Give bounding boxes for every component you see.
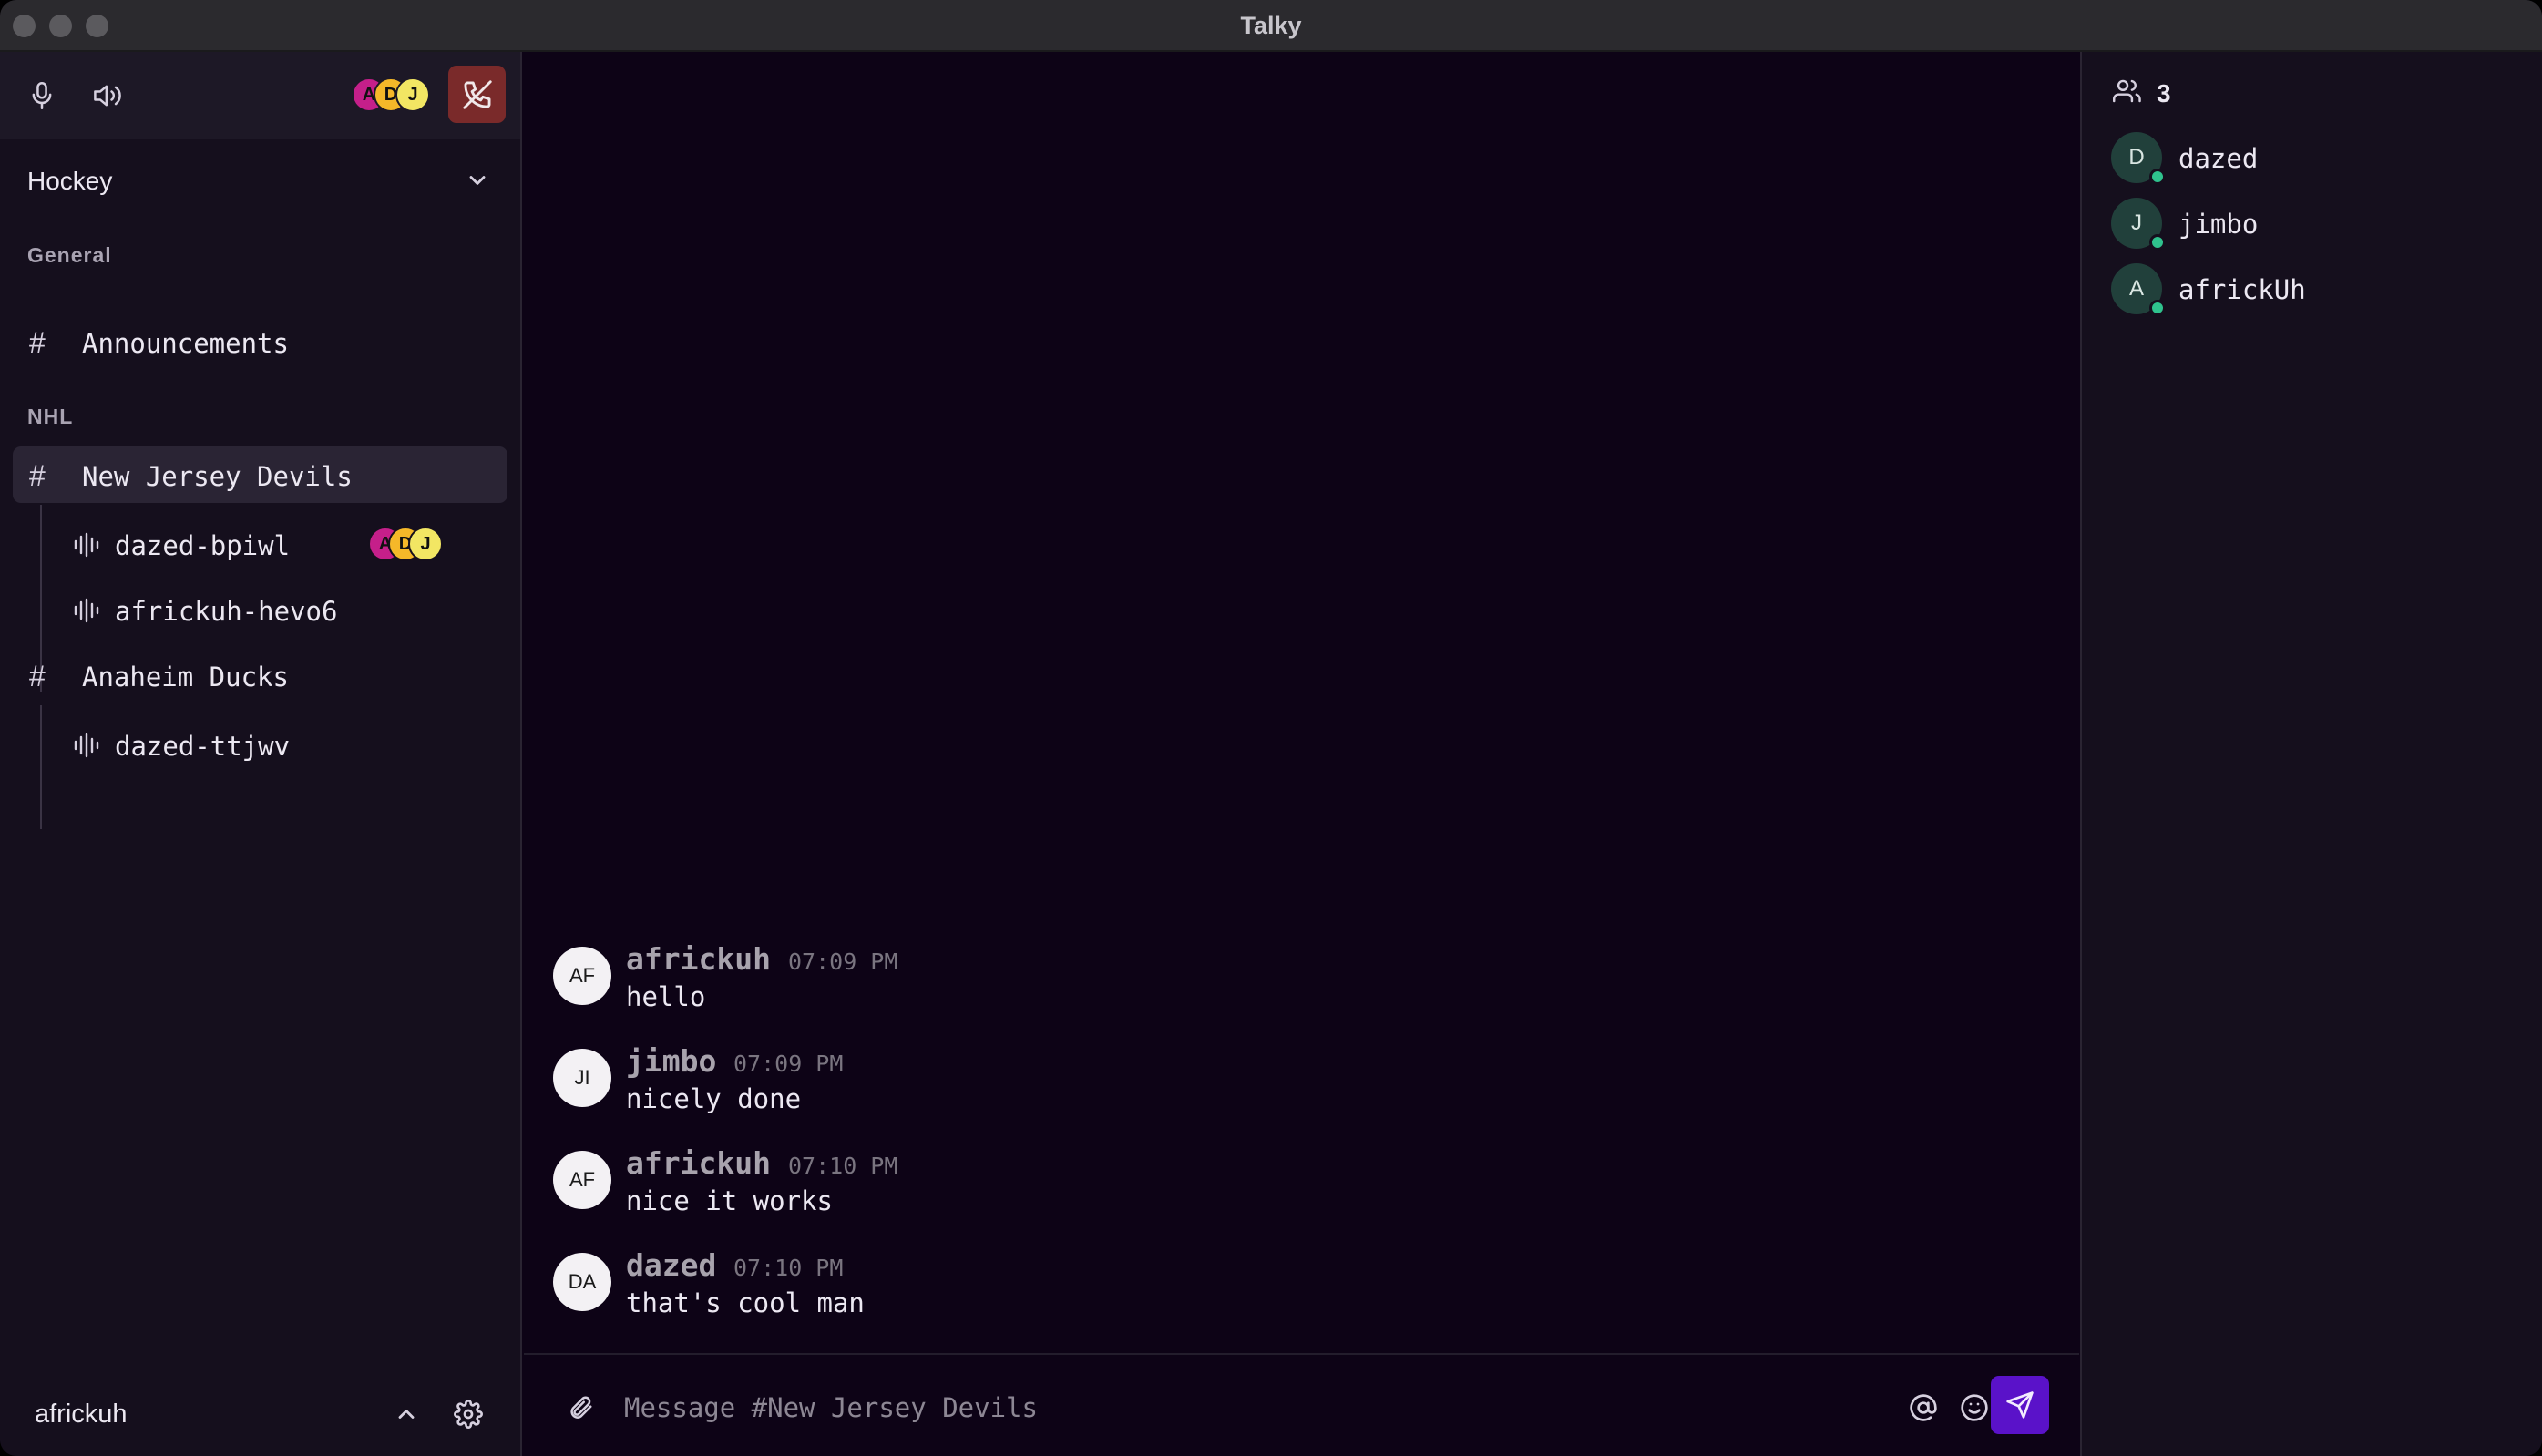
mention-at-icon[interactable] <box>1905 1389 1942 1426</box>
message-item: AF africkuh 07:10 PM nice it works <box>553 1145 2011 1242</box>
member-count: 3 <box>2113 77 2171 111</box>
server-name[interactable]: Hockey <box>27 167 112 196</box>
chat-main: AF africkuh 07:09 PM hello JI jimbo 07:09 PM ni… <box>524 52 2079 1456</box>
speaker-icon[interactable] <box>91 79 124 112</box>
paperclip-icon[interactable] <box>562 1389 599 1426</box>
message-timestamp: 07:10 PM <box>788 1153 898 1179</box>
message-item: DA dazed 07:10 PM that's cool man <box>553 1247 2011 1344</box>
member-name: africkUh <box>2178 274 2306 305</box>
member-item[interactable]: Ddazed <box>2111 132 2530 187</box>
hash-icon: # <box>29 326 46 359</box>
app-window: Talky ADJ Hockey General # Announcements… <box>0 0 2542 1456</box>
audio-wave-icon <box>73 733 102 763</box>
emoji-icon[interactable] <box>1956 1389 1993 1426</box>
channel-anaheim-ducks[interactable]: # Anaheim Ducks <box>13 647 507 703</box>
voice-channel-dazed-bpiwl[interactable]: dazed-bpiwl ADJ <box>71 518 490 572</box>
avatar[interactable]: AF <box>553 947 611 1005</box>
chevron-down-icon[interactable] <box>465 168 490 198</box>
settings-gear-icon[interactable] <box>454 1400 483 1433</box>
voice-channel-label: africkuh-hevo6 <box>115 596 338 627</box>
microphone-icon[interactable] <box>26 79 58 112</box>
channel-label: Announcements <box>82 328 289 359</box>
online-status-icon <box>2149 169 2166 185</box>
message-author[interactable]: dazed <box>626 1247 716 1283</box>
participant-avatar: J <box>408 527 443 561</box>
voice-channel-dazed-ttjwv[interactable]: dazed-ttjwv <box>71 718 490 773</box>
message-composer <box>524 1353 2079 1456</box>
message-timestamp: 07:09 PM <box>788 948 898 975</box>
message-item: AF africkuh 07:09 PM hello <box>553 941 2011 1038</box>
message-input[interactable] <box>624 1382 1809 1433</box>
avatar[interactable]: AF <box>553 1151 611 1209</box>
avatar[interactable]: JI <box>553 1049 611 1107</box>
participant-avatar: J <box>395 77 430 112</box>
send-button[interactable] <box>1991 1376 2049 1434</box>
hash-icon: # <box>29 660 46 692</box>
disconnect-call-button[interactable] <box>448 66 506 123</box>
online-status-icon <box>2149 300 2166 316</box>
member-item[interactable]: Jjimbo <box>2111 198 2530 252</box>
section-nhl: NHL <box>27 405 74 428</box>
title-bar: Talky <box>0 0 2542 52</box>
message-item: JI jimbo 07:09 PM nicely done <box>553 1043 2011 1140</box>
member-count-value: 3 <box>2157 79 2171 108</box>
voice-controls: ADJ <box>0 52 520 139</box>
message-timestamp: 07:09 PM <box>733 1051 844 1077</box>
message-text: that's cool man <box>626 1287 865 1318</box>
channel-label: New Jersey Devils <box>82 461 353 492</box>
member-name: dazed <box>2178 143 2259 174</box>
message-author[interactable]: africkuh <box>626 1145 771 1181</box>
message-text: nicely done <box>626 1083 802 1114</box>
hash-icon: # <box>29 459 46 492</box>
message-text: hello <box>626 981 706 1012</box>
voice-channel-africkuh-hevo6[interactable]: africkuh-hevo6 <box>71 583 490 638</box>
message-text: nice it works <box>626 1185 833 1216</box>
current-username: africkuh <box>35 1400 128 1429</box>
member-item[interactable]: AafrickUh <box>2111 263 2530 318</box>
audio-wave-icon <box>73 532 102 562</box>
message-author[interactable]: africkuh <box>626 941 771 977</box>
section-general: General <box>27 243 112 267</box>
members-panel: 3 Ddazed Jjimbo AafrickUh <box>2080 52 2542 1456</box>
member-name: jimbo <box>2178 209 2259 240</box>
avatar[interactable]: DA <box>553 1253 611 1311</box>
message-timestamp: 07:10 PM <box>733 1255 844 1281</box>
channel-announcements[interactable]: # Announcements <box>13 313 507 370</box>
user-bar: africkuh <box>0 1370 520 1456</box>
voice-channel-label: dazed-bpiwl <box>115 530 291 561</box>
users-icon <box>2113 79 2141 103</box>
chevron-up-icon[interactable] <box>394 1401 419 1431</box>
window-title: Talky <box>1240 12 1302 39</box>
online-status-icon <box>2149 234 2166 251</box>
channel-new-jersey-devils[interactable]: # New Jersey Devils <box>13 446 507 503</box>
thread-line <box>40 705 42 829</box>
message-author[interactable]: jimbo <box>626 1043 716 1079</box>
channel-label: Anaheim Ducks <box>82 661 289 692</box>
sidebar: ADJ Hockey General # Announcements NHL #… <box>0 52 522 1456</box>
voice-channel-label: dazed-ttjwv <box>115 731 291 762</box>
audio-wave-icon <box>73 598 102 628</box>
